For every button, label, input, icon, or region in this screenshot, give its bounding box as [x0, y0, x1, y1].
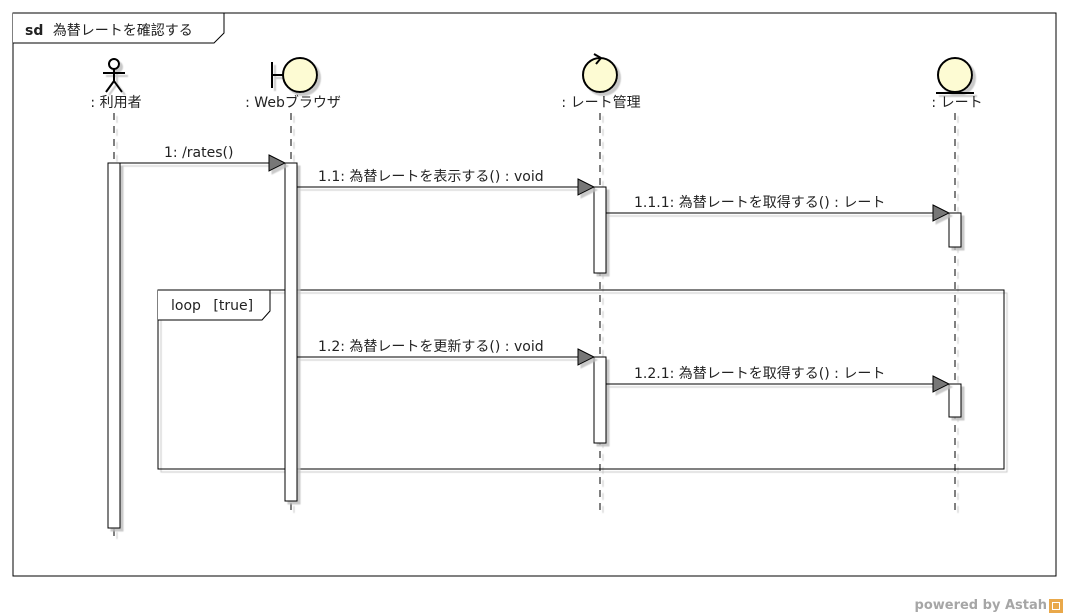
activation-user	[107, 162, 121, 529]
control-icon[interactable]	[582, 53, 618, 93]
lifeline-label-manager: : レート管理	[561, 95, 640, 111]
sequence-diagram: sd 為替レートを確認する : 利用者 : Webブラウザ : レート管理 : …	[12, 12, 1057, 577]
loop-operator: loop	[171, 298, 201, 314]
astah-logo-icon	[1049, 598, 1063, 613]
activation-rate-2	[948, 383, 962, 418]
message-label-1: 1: /rates()	[164, 145, 233, 161]
lifeline-label-browser: : Webブラウザ	[245, 94, 341, 111]
actor-icon[interactable]	[103, 58, 125, 93]
entity-icon[interactable]	[936, 57, 974, 94]
message-arrow-1	[268, 154, 287, 172]
lifeline-label-rate: : レート	[931, 95, 982, 111]
powered-by-text: powered by Astah	[914, 598, 1047, 613]
message-arrow-1-1-1	[932, 204, 951, 222]
boundary-icon[interactable]	[271, 57, 318, 93]
message-label-1-2: 1.2: 為替レートを更新する() : void	[318, 339, 544, 355]
activation-manager-2	[593, 356, 607, 444]
activation-manager-1	[593, 186, 607, 274]
frame-name: 為替レートを確認する	[53, 23, 193, 39]
message-label-1-1: 1.1: 為替レートを表示する() : void	[318, 169, 544, 185]
activation-browser	[284, 162, 298, 502]
message-arrow-1-1	[577, 178, 596, 196]
activation-rate-1	[948, 212, 962, 248]
powered-by-footer: powered by Astah	[915, 598, 1063, 613]
frame-keyword: sd	[25, 23, 43, 39]
message-label-1-1-1: 1.1.1: 為替レートを取得する() : レート	[634, 194, 885, 211]
message-label-1-2-1: 1.2.1: 為替レートを取得する() : レート	[634, 365, 885, 382]
loop-guard: [true]	[213, 298, 253, 314]
message-arrow-1-2	[577, 348, 596, 366]
lifeline-label-user: : 利用者	[90, 95, 141, 111]
message-arrow-1-2-1	[932, 375, 951, 393]
